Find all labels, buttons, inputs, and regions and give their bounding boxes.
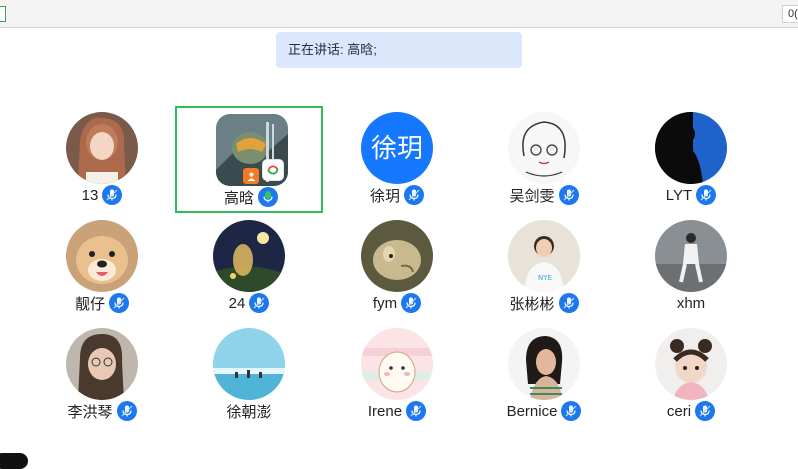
microphone-icon[interactable] [561, 401, 582, 421]
participant-name: 靓仔 [74, 295, 105, 313]
share-badge-icon [263, 160, 283, 180]
participant-tile[interactable]: ceri [617, 328, 765, 428]
participant-tile[interactable]: 李洪琴 [28, 328, 176, 428]
svg-text:NYE: NYE [538, 274, 552, 282]
participant-name: Bernice [506, 402, 558, 420]
avatar [66, 328, 138, 400]
microphone-icon[interactable] [109, 293, 129, 313]
corner-control[interactable] [0, 453, 28, 469]
avatar [213, 328, 285, 400]
participant-name: 高晗 [223, 189, 254, 207]
avatar [508, 328, 580, 400]
participant-tile[interactable]: NYE 张彬彬 [470, 220, 618, 320]
microphone-icon[interactable] [558, 185, 579, 205]
microphone-icon[interactable] [102, 185, 123, 205]
avatar: NYE [508, 220, 580, 292]
participant-name: ceri [666, 402, 692, 420]
participant-tile[interactable]: 徐朝澎 [175, 328, 323, 428]
avatar [66, 112, 138, 184]
participant-tile[interactable]: 徐玥 徐玥 [323, 112, 471, 212]
avatar [361, 328, 433, 400]
participant-tile-active[interactable]: 高晗 [175, 106, 323, 213]
participant-name: Irene [367, 402, 403, 420]
participant-name: 13 [81, 186, 99, 204]
participant-tile[interactable]: Irene [323, 328, 471, 428]
avatar [66, 220, 138, 292]
participant-name: xhm [676, 294, 706, 312]
participant-name: 吴剑雯 [509, 187, 555, 205]
participant-tile[interactable]: LYT [617, 112, 765, 212]
avatar-text: 徐玥 [361, 112, 433, 184]
participant-name: 24 [228, 294, 246, 312]
microphone-icon[interactable] [696, 185, 717, 205]
participant-tile[interactable]: fym [323, 220, 471, 320]
participant-name: 徐玥 [369, 187, 400, 205]
microphone-icon[interactable] [116, 401, 137, 421]
participant-name: 张彬彬 [509, 295, 555, 313]
microphone-icon[interactable] [695, 401, 716, 421]
microphone-active-icon[interactable] [258, 187, 278, 207]
avatar [655, 112, 727, 184]
participant-name: LYT [665, 186, 693, 204]
participant-name: 徐朝澎 [226, 403, 272, 421]
microphone-icon[interactable] [249, 293, 270, 313]
microphone-icon[interactable] [406, 401, 427, 421]
microphone-icon[interactable] [404, 185, 424, 205]
participant-tile[interactable]: Bernice [470, 328, 618, 428]
microphone-icon[interactable] [401, 293, 422, 313]
avatar [213, 220, 285, 292]
host-badge-icon [243, 168, 259, 184]
participant-grid: 13 高晗 徐玥 徐玥 吴剑雯 LYT 靓仔 24 fym NYE 张彬彬 xh… [0, 0, 798, 461]
avatar [508, 112, 580, 184]
participant-name: fym [372, 294, 398, 312]
avatar [655, 220, 727, 292]
participant-tile[interactable]: 24 [175, 220, 323, 320]
avatar [361, 220, 433, 292]
participant-name: 李洪琴 [67, 403, 113, 421]
microphone-icon[interactable] [558, 293, 579, 313]
participant-tile[interactable]: xhm [617, 220, 765, 320]
participant-tile[interactable]: 13 [28, 112, 176, 212]
participant-tile[interactable]: 吴剑雯 [470, 112, 618, 212]
avatar [655, 328, 727, 400]
participant-tile[interactable]: 靓仔 [28, 220, 176, 320]
